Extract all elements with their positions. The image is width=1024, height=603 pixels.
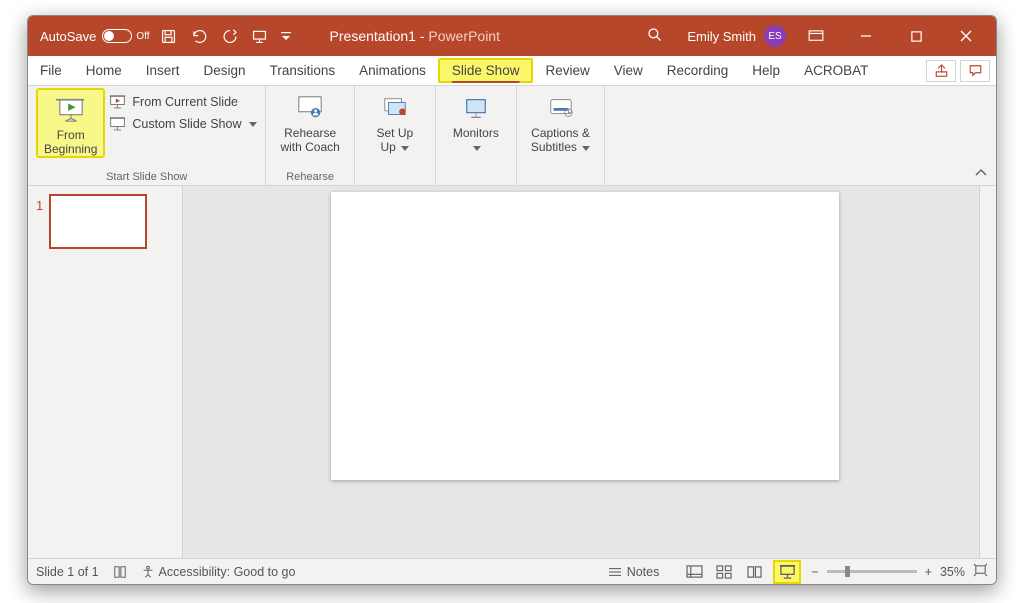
set-up-button[interactable]: Set UpUp — [363, 88, 427, 154]
window-title: Presentation1 - PowerPoint — [330, 28, 500, 44]
normal-view-button[interactable] — [683, 563, 705, 581]
custom-slide-show-button[interactable]: Custom Slide Show — [109, 116, 257, 132]
accessibility-status[interactable]: Accessibility: Good to go — [141, 565, 296, 579]
chevron-down-icon — [582, 146, 590, 151]
tab-animations[interactable]: Animations — [347, 56, 438, 85]
save-button[interactable] — [160, 28, 177, 45]
thumbnail-preview — [49, 194, 147, 249]
ribbon-group-label: Rehearse — [274, 171, 345, 185]
document-title: Presentation1 — [330, 28, 416, 44]
monitors-button[interactable]: Monitors — [444, 88, 508, 154]
ribbon-group-rehearse: Rehearsewith Coach Rehearse — [266, 86, 354, 185]
notes-indicator-button[interactable] — [113, 565, 127, 579]
rehearse-coach-button[interactable]: Rehearsewith Coach — [274, 88, 345, 154]
comments-button[interactable] — [960, 60, 990, 82]
accessibility-icon — [141, 565, 155, 579]
chevron-down-icon — [249, 122, 257, 127]
tab-recording[interactable]: Recording — [655, 56, 741, 85]
presenter-coach-icon — [295, 92, 325, 124]
user-name: Emily Smith — [687, 29, 756, 44]
notes-button[interactable]: Notes — [607, 565, 660, 579]
zoom-controls: − + 35% — [811, 563, 988, 580]
slide-sorter-view-button[interactable] — [713, 563, 735, 581]
presentation-icon — [109, 94, 126, 110]
book-icon — [113, 565, 127, 579]
tab-slide-show[interactable]: Slide Show — [438, 58, 534, 83]
autosave-state: Off — [136, 31, 149, 42]
ribbon: FromBeginning From Current Slide Custom … — [28, 86, 996, 186]
autosave-toggle[interactable]: AutoSave Off — [40, 29, 150, 44]
monitors-label: Monitors — [453, 126, 499, 154]
redo-button[interactable] — [221, 28, 239, 45]
maximize-button[interactable] — [902, 30, 930, 43]
fit-to-window-button[interactable] — [973, 563, 988, 580]
customize-qat-button[interactable] — [280, 30, 292, 42]
chevron-down-icon — [473, 146, 481, 151]
slide-thumbnail[interactable]: 1 — [36, 194, 182, 249]
tab-insert[interactable]: Insert — [134, 56, 192, 85]
close-button[interactable] — [952, 29, 980, 43]
quick-access-toolbar — [160, 28, 292, 45]
chevron-down-icon — [401, 146, 409, 151]
status-bar: Slide 1 of 1 Accessibility: Good to go N… — [28, 558, 996, 584]
ribbon-group-captions: Captions &Subtitles — [517, 86, 605, 185]
title-bar: AutoSave Off Presentation1 - PowerPoint … — [28, 16, 996, 56]
slide-canvas-area — [183, 186, 996, 558]
monitor-icon — [462, 92, 490, 124]
collapse-ribbon-button[interactable] — [974, 167, 988, 181]
zoom-in-button[interactable]: + — [925, 565, 932, 579]
slide-thumbnails-panel: 1 — [28, 186, 183, 558]
presentation-icon — [109, 116, 126, 132]
share-button[interactable] — [926, 60, 956, 82]
autosave-label: AutoSave — [40, 29, 96, 44]
from-beginning-label: FromBeginning — [44, 128, 97, 156]
presentation-play-icon — [56, 94, 86, 126]
setup-icon — [381, 92, 409, 124]
ribbon-group-setup: Set UpUp — [355, 86, 436, 185]
vertical-scrollbar[interactable] — [979, 186, 996, 558]
ribbon-tabs: File Home Insert Design Transitions Anim… — [28, 56, 996, 86]
tab-home[interactable]: Home — [74, 56, 134, 85]
window-controls — [802, 29, 980, 43]
rehearse-coach-label: Rehearsewith Coach — [280, 126, 339, 154]
notes-icon — [607, 566, 623, 578]
user-avatar: ES — [764, 25, 786, 47]
tab-view[interactable]: View — [602, 56, 655, 85]
tab-file[interactable]: File — [28, 56, 74, 85]
powerpoint-window: AutoSave Off Presentation1 - PowerPoint … — [27, 15, 997, 585]
zoom-out-button[interactable]: − — [811, 565, 818, 579]
ribbon-display-button[interactable] — [802, 30, 830, 42]
captions-label: Captions &Subtitles — [531, 126, 590, 154]
tab-design[interactable]: Design — [192, 56, 258, 85]
thumbnail-number: 1 — [36, 198, 43, 213]
ribbon-group-label: Start Slide Show — [36, 171, 257, 185]
captions-icon — [547, 92, 575, 124]
tab-review[interactable]: Review — [533, 56, 601, 85]
search-button[interactable] — [647, 27, 663, 46]
ribbon-group-start: FromBeginning From Current Slide Custom … — [28, 86, 266, 185]
tab-transitions[interactable]: Transitions — [258, 56, 348, 85]
view-mode-buttons — [683, 560, 801, 584]
from-current-slide-button[interactable]: From Current Slide — [109, 94, 257, 110]
set-up-label: Set UpUp — [377, 126, 414, 154]
present-button[interactable] — [251, 28, 268, 45]
slide-canvas[interactable] — [331, 192, 839, 480]
app-name: PowerPoint — [428, 28, 500, 44]
reading-view-button[interactable] — [743, 563, 765, 581]
toggle-switch-icon — [102, 29, 132, 43]
minimize-button[interactable] — [852, 29, 880, 43]
zoom-percent[interactable]: 35% — [940, 565, 965, 579]
slide-counter[interactable]: Slide 1 of 1 — [36, 565, 99, 579]
from-beginning-button[interactable]: FromBeginning — [36, 88, 105, 158]
workspace: 1 — [28, 186, 996, 558]
captions-button[interactable]: Captions &Subtitles — [525, 88, 596, 154]
slide-show-view-button[interactable] — [773, 560, 801, 584]
ribbon-group-monitors: Monitors — [436, 86, 517, 185]
zoom-slider[interactable] — [827, 570, 917, 573]
undo-button[interactable] — [189, 28, 209, 45]
tab-acrobat[interactable]: ACROBAT — [792, 56, 880, 85]
account-area[interactable]: Emily Smith ES — [687, 25, 786, 47]
tab-help[interactable]: Help — [740, 56, 792, 85]
